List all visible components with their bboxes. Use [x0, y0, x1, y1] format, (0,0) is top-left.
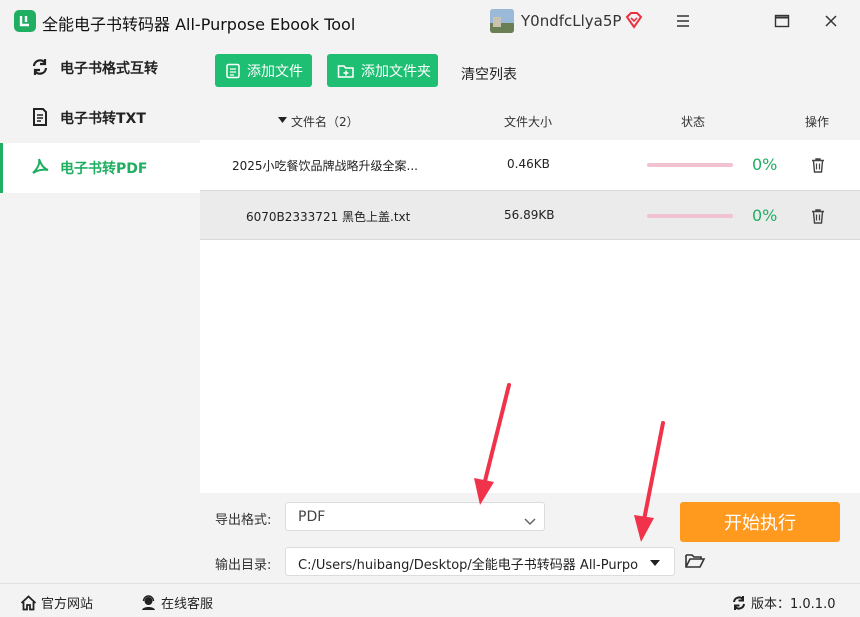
sidebar-item-label: 电子书转TXT: [60, 111, 146, 127]
delete-icon[interactable]: [810, 157, 826, 173]
pdf-icon: [30, 157, 50, 177]
menu-icon[interactable]: [670, 8, 696, 34]
progress-percent: 0%: [752, 206, 778, 225]
progress-bar: [647, 214, 733, 218]
format-value: PDF: [298, 509, 326, 525]
table-row[interactable]: 6070B2333721 黑色上盖.txt 56.89KB 0%: [200, 190, 860, 240]
annotation-arrow-format: [474, 383, 511, 505]
progress-bar: [647, 163, 733, 167]
vip-diamond-icon[interactable]: [624, 10, 644, 30]
file-name: 6070B2333721 黑色上盖.txt: [246, 210, 411, 224]
version-label: 版本：1.0.1.0: [751, 597, 836, 612]
column-header-name[interactable]: 文件名（2）: [291, 113, 359, 130]
home-icon: [20, 594, 37, 610]
column-header-action: 操作: [805, 115, 830, 129]
version-info[interactable]: 版本：1.0.1.0: [731, 593, 835, 612]
app-window: 全能电子书转码器 All-Purpose Ebook Tool Y0ndfcLl…: [0, 0, 860, 617]
column-header-size: 文件大小: [504, 115, 553, 129]
caret-down-icon: [650, 560, 660, 566]
toolbar: 添加文件 添加文件夹 清空列表: [200, 42, 860, 100]
file-icon: [226, 63, 240, 78]
add-file-button[interactable]: 添加文件: [215, 54, 312, 87]
title-bar: 全能电子书转码器 All-Purpose Ebook Tool Y0ndfcLl…: [0, 0, 860, 42]
file-size: 0.46KB: [507, 157, 550, 171]
support-agent-icon: [142, 594, 155, 610]
delete-icon[interactable]: [810, 208, 826, 224]
refresh-icon: [733, 595, 745, 610]
sidebar: 电子书格式互转 电子书转TXT 电子书转PDF: [0, 42, 200, 583]
sort-caret-icon[interactable]: [278, 113, 287, 127]
folder-plus-icon: [337, 64, 354, 78]
username[interactable]: Y0ndfcLlya5P: [521, 12, 621, 30]
user-avatar[interactable]: [490, 9, 514, 33]
start-button[interactable]: 开始执行: [680, 502, 840, 542]
close-icon[interactable]: [818, 8, 844, 34]
format-select[interactable]: PDF: [285, 502, 545, 531]
sidebar-item-to-txt[interactable]: 电子书转TXT: [0, 93, 200, 143]
online-support-link[interactable]: 在线客服: [140, 593, 213, 612]
column-header-status: 状态: [681, 115, 706, 129]
add-folder-button[interactable]: 添加文件夹: [327, 54, 438, 87]
output-dir-label: 输出目录:: [215, 558, 272, 573]
format-label: 导出格式:: [215, 513, 272, 528]
add-file-label: 添加文件: [247, 63, 303, 80]
file-size: 56.89KB: [504, 208, 555, 222]
progress-percent: 0%: [752, 155, 778, 174]
refresh-icon: [30, 57, 50, 77]
open-folder-icon[interactable]: [684, 551, 706, 571]
document-icon: [30, 107, 50, 127]
sidebar-item-to-pdf[interactable]: 电子书转PDF: [0, 143, 200, 193]
output-dir-value: C:/Users/huibang/Desktop/全能电子书转码器 All-Pu…: [298, 558, 638, 573]
website-label: 官方网站: [41, 597, 94, 612]
file-table-header: 文件名（2） 文件大小 状态 操作: [200, 100, 860, 140]
chevron-down-icon: [524, 511, 536, 530]
official-website-link[interactable]: 官方网站: [20, 593, 93, 612]
table-row[interactable]: 2025小吃餐饮品牌战略升级全案... 0.46KB 0%: [200, 140, 860, 190]
app-title: 全能电子书转码器 All-Purpose Ebook Tool: [42, 15, 356, 34]
add-folder-label: 添加文件夹: [361, 63, 431, 80]
sidebar-item-format-convert[interactable]: 电子书格式互转: [0, 43, 200, 93]
sidebar-item-label: 电子书格式互转: [60, 61, 158, 77]
sidebar-item-label: 电子书转PDF: [60, 161, 148, 177]
output-settings-panel: 导出格式: PDF 输出目录: C:/Users/huibang/Desktop…: [200, 493, 860, 583]
support-label: 在线客服: [161, 597, 214, 612]
output-dir-select[interactable]: C:/Users/huibang/Desktop/全能电子书转码器 All-Pu…: [285, 547, 675, 576]
app-logo-icon: [14, 10, 36, 32]
status-bar: 官方网站 在线客服 版本：1.0.1.0: [0, 583, 860, 617]
file-name: 2025小吃餐饮品牌战略升级全案...: [232, 159, 418, 173]
maximize-icon[interactable]: [769, 8, 795, 34]
clear-list-button[interactable]: 清空列表: [461, 64, 517, 84]
